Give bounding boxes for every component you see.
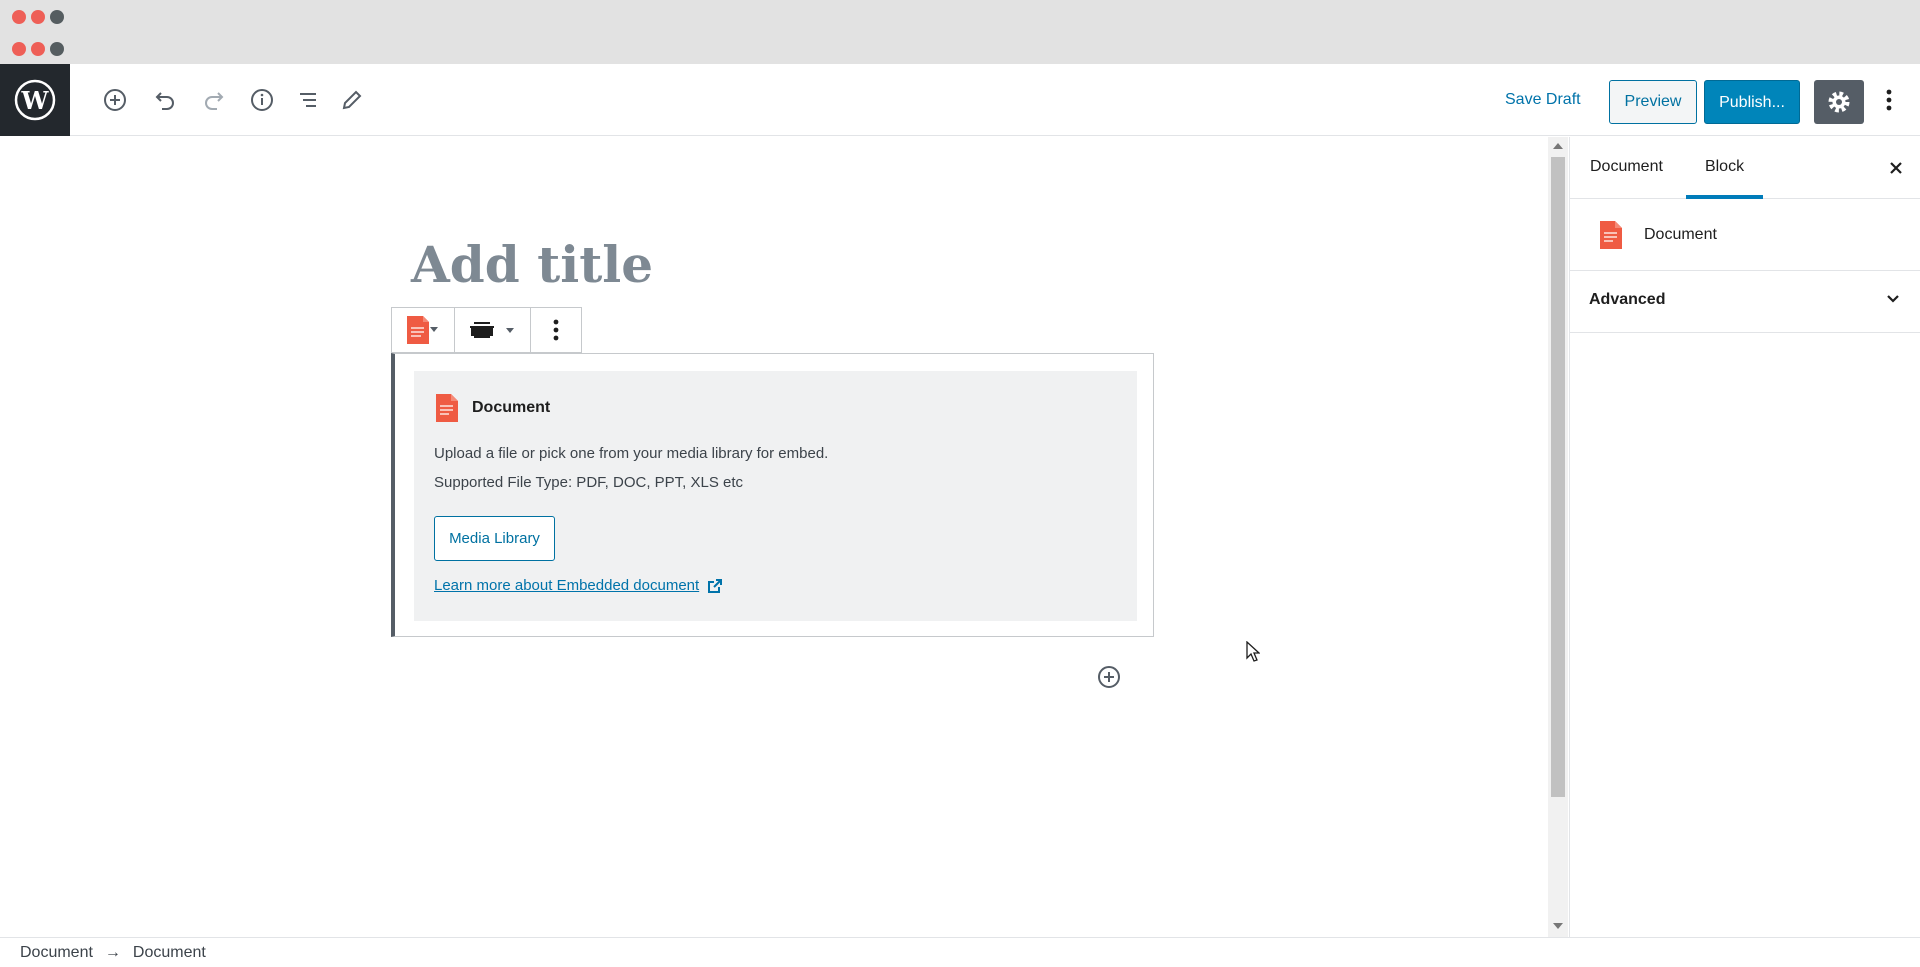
alignment-dropdown[interactable] xyxy=(455,308,531,352)
plus-circle-icon xyxy=(104,89,126,111)
supported-file-types: Supported File Type: PDF, DOC, PPT, XLS … xyxy=(434,474,744,491)
scroll-up-arrow[interactable] xyxy=(1553,143,1563,149)
placeholder-instructions: Upload a file or pick one from your medi… xyxy=(434,445,829,462)
window-chrome xyxy=(0,0,1920,64)
block-toolbar xyxy=(391,307,582,353)
maximize-window-dot[interactable] xyxy=(50,10,64,24)
wordpress-icon: W xyxy=(14,79,56,121)
add-block-button[interactable] xyxy=(97,82,133,118)
plus-circle-icon xyxy=(1098,666,1120,688)
arrow-right-icon: → xyxy=(104,943,121,961)
ellipsis-vertical-icon xyxy=(553,319,559,341)
list-icon xyxy=(300,93,316,107)
scroll-thumb[interactable] xyxy=(1551,157,1565,797)
document-block[interactable]: Document Upload a file or pick one from … xyxy=(391,353,1154,637)
block-card-title: Document xyxy=(1644,225,1717,243)
minimize-window-dot[interactable] xyxy=(31,42,45,56)
learn-more-link[interactable]: Learn more about Embedded document xyxy=(434,577,723,594)
window-controls-secondary xyxy=(12,42,64,56)
breadcrumb: Document → Document xyxy=(0,937,1920,967)
close-sidebar-button[interactable] xyxy=(1881,153,1911,183)
editor-header: W Save Draft Preview Publish... xyxy=(0,64,1920,136)
close-window-dot[interactable] xyxy=(12,42,26,56)
placeholder-heading: Document xyxy=(472,399,551,416)
ellipsis-vertical-icon xyxy=(1886,89,1892,111)
svg-text:W: W xyxy=(21,86,50,115)
redo-icon xyxy=(205,92,224,110)
document-icon xyxy=(436,394,458,422)
redo-button[interactable] xyxy=(196,82,232,118)
block-placeholder: Document Upload a file or pick one from … xyxy=(414,371,1137,621)
mouse-cursor xyxy=(1246,640,1261,668)
block-card: Document xyxy=(1570,199,1920,271)
preview-button[interactable]: Preview xyxy=(1609,80,1697,124)
learn-more-label[interactable]: Learn more about Embedded document xyxy=(434,577,699,594)
media-library-button[interactable]: Media Library xyxy=(434,516,555,561)
breadcrumb-item[interactable]: Document xyxy=(20,944,93,962)
cursor-arrow-icon xyxy=(1246,640,1261,662)
external-link-icon xyxy=(708,578,723,593)
document-icon xyxy=(407,316,438,344)
document-icon xyxy=(1600,220,1622,249)
align-center-icon xyxy=(469,322,514,338)
block-inserter-button[interactable] xyxy=(1095,663,1123,691)
tools-button[interactable] xyxy=(334,82,370,118)
editor-scrollbar[interactable] xyxy=(1548,137,1568,937)
advanced-panel-toggle[interactable]: Advanced xyxy=(1570,271,1920,333)
settings-sidebar: Document Block Document Advanced xyxy=(1569,137,1920,937)
gear-icon xyxy=(1828,91,1850,113)
chevron-down-icon xyxy=(1887,295,1899,303)
undo-button[interactable] xyxy=(147,82,183,118)
maximize-window-dot[interactable] xyxy=(50,42,64,56)
publish-button[interactable]: Publish... xyxy=(1704,80,1800,124)
pencil-icon xyxy=(342,90,362,110)
editor-canvas: Add title Document Upload a file or pick… xyxy=(0,137,1550,937)
block-more-options[interactable] xyxy=(531,308,581,352)
info-icon xyxy=(251,89,273,111)
block-switcher[interactable] xyxy=(392,308,455,352)
minimize-window-dot[interactable] xyxy=(31,10,45,24)
wordpress-logo[interactable]: W xyxy=(0,64,70,136)
post-title-input[interactable]: Add title xyxy=(411,235,653,294)
more-menu-button[interactable] xyxy=(1874,82,1904,118)
sidebar-tabs: Document Block xyxy=(1570,137,1920,199)
close-window-dot[interactable] xyxy=(12,10,26,24)
content-info-button[interactable] xyxy=(244,82,280,118)
settings-button[interactable] xyxy=(1814,80,1864,124)
advanced-panel-title[interactable]: Advanced xyxy=(1589,291,1665,309)
close-icon xyxy=(1890,162,1902,174)
scroll-down-arrow[interactable] xyxy=(1553,923,1563,929)
placeholder-header: Document xyxy=(434,393,550,423)
block-navigation-button[interactable] xyxy=(290,82,326,118)
tab-document[interactable]: Document xyxy=(1590,137,1663,199)
breadcrumb-item[interactable]: Document xyxy=(133,944,206,962)
save-draft-button[interactable]: Save Draft xyxy=(1505,82,1581,118)
window-controls xyxy=(12,10,64,24)
tab-block[interactable]: Block xyxy=(1686,137,1763,199)
undo-icon xyxy=(155,92,174,110)
